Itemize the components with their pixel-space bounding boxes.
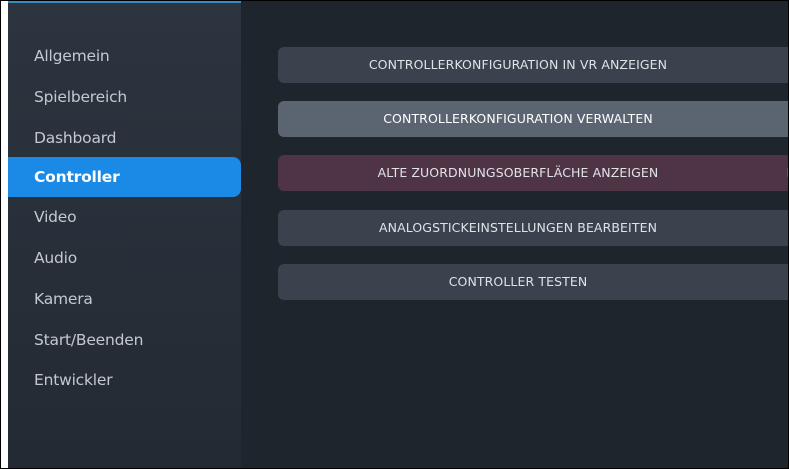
sidebar-item-start-beenden[interactable]: Start/Beenden xyxy=(8,320,241,360)
sidebar-item-allgemein[interactable]: Allgemein xyxy=(8,36,241,76)
settings-window: Allgemein Spielbereich Dashboard Control… xyxy=(0,0,789,469)
show-controller-config-in-vr-button[interactable]: CONTROLLERKONFIGURATION IN VR ANZEIGEN xyxy=(278,47,788,83)
edit-analog-stick-settings-button[interactable]: ANALOGSTICKEINSTELLUNGEN BEARBEITEN xyxy=(278,210,788,246)
sidebar-item-spielbereich[interactable]: Spielbereich xyxy=(8,77,241,117)
test-controller-button[interactable]: CONTROLLER TESTEN xyxy=(278,264,788,300)
controller-settings-panel: CONTROLLERKONFIGURATION IN VR ANZEIGEN C… xyxy=(241,1,788,468)
edit-analog-stick-settings-label: ANALOGSTICKEINSTELLUNGEN BEARBEITEN xyxy=(378,220,658,235)
show-legacy-binding-ui-button[interactable]: ALTE ZUORDNUNGSOBERFLÄCHE ANZEIGEN D xyxy=(278,155,788,191)
sidebar-item-entwickler[interactable]: Entwickler xyxy=(8,360,241,400)
show-legacy-binding-ui-label: ALTE ZUORDNUNGSOBERFLÄCHE ANZEIGEN xyxy=(377,165,659,180)
manage-controller-config-label: CONTROLLERKONFIGURATION VERWALTEN xyxy=(383,111,653,126)
sidebar-item-dashboard[interactable]: Dashboard xyxy=(8,118,241,158)
test-controller-label: CONTROLLER TESTEN xyxy=(448,274,588,289)
sidebar-item-video[interactable]: Video xyxy=(8,197,241,237)
window-left-edge xyxy=(1,1,8,468)
sidebar-item-kamera[interactable]: Kamera xyxy=(8,279,241,319)
sidebar-item-controller[interactable]: Controller xyxy=(8,157,241,197)
show-controller-config-in-vr-label: CONTROLLERKONFIGURATION IN VR ANZEIGEN xyxy=(368,57,668,72)
sidebar-item-audio[interactable]: Audio xyxy=(8,238,241,278)
manage-controller-config-button[interactable]: CONTROLLERKONFIGURATION VERWALTEN xyxy=(278,101,788,137)
settings-sidebar: Allgemein Spielbereich Dashboard Control… xyxy=(8,1,241,468)
